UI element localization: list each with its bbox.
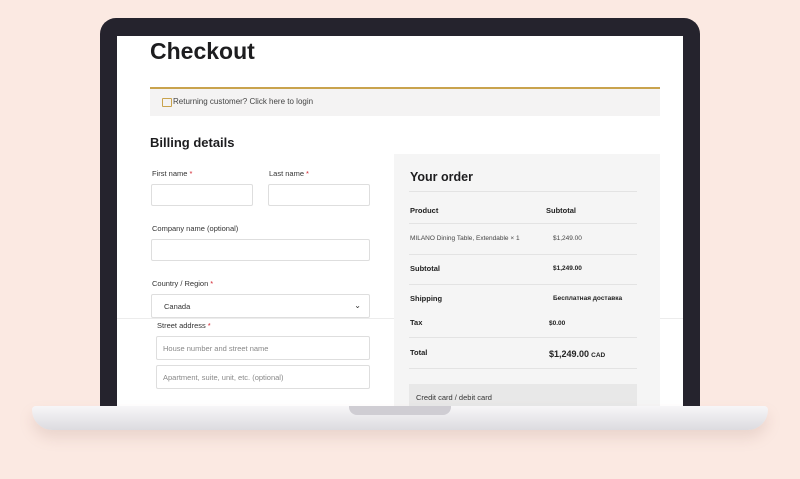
- divider: [409, 191, 637, 192]
- divider: [409, 368, 637, 369]
- apartment-field[interactable]: Apartment, suite, unit, etc. (optional): [156, 365, 370, 389]
- order-review-panel: Your order Product Subtotal MILANO Dinin…: [394, 154, 660, 410]
- tax-value: $0.00: [549, 320, 566, 327]
- divider: [409, 284, 637, 285]
- window-icon: [162, 98, 172, 107]
- login-link[interactable]: Returning customer? Click here to login: [173, 97, 313, 106]
- apartment-placeholder: Apartment, suite, unit, etc. (optional): [163, 373, 284, 382]
- your-order-heading: Your order: [410, 170, 473, 184]
- payment-method-label: Credit card / debit card: [416, 393, 492, 402]
- country-label: Country / Region *: [152, 279, 214, 288]
- order-item-name: MILANO Dining Table, Extendable × 1: [410, 235, 520, 242]
- required-asterisk: *: [207, 321, 211, 330]
- shipping-value: Бесплатная доставка: [553, 295, 623, 302]
- subtotal-column-header: Subtotal: [546, 206, 576, 215]
- chevron-down-icon: ⌄: [354, 301, 361, 310]
- divider: [409, 337, 637, 338]
- first-name-label: First name *: [152, 169, 193, 178]
- divider: [409, 223, 637, 224]
- country-value: Canada: [164, 302, 191, 311]
- subtotal-label: Subtotal: [410, 264, 440, 273]
- divider: [409, 254, 637, 255]
- product-column-header: Product: [410, 206, 439, 215]
- total-value: $1,249.00 CAD: [549, 349, 606, 359]
- returning-customer-notice[interactable]: Returning customer? Click here to login: [150, 89, 660, 116]
- first-name-field[interactable]: [151, 184, 253, 206]
- street-placeholder: House number and street name: [163, 344, 269, 353]
- last-name-label: Last name *: [269, 169, 309, 178]
- street-address-label: Street address *: [157, 321, 211, 330]
- page-title: Checkout: [150, 38, 255, 64]
- required-asterisk: *: [210, 279, 214, 288]
- last-name-field[interactable]: [268, 184, 370, 206]
- subtotal-value: $1,249.00: [553, 265, 582, 272]
- total-label: Total: [410, 348, 428, 357]
- country-select[interactable]: Canada ⌄: [151, 294, 370, 318]
- required-asterisk: *: [306, 169, 309, 178]
- required-asterisk: *: [189, 169, 193, 178]
- tax-label: Tax: [410, 318, 423, 327]
- billing-details-heading: Billing details: [150, 135, 235, 150]
- order-item-price: $1,249.00: [553, 235, 582, 242]
- laptop-screen: Checkout Returning customer? Click here …: [117, 36, 683, 410]
- company-name-label: Company name (optional): [152, 224, 239, 233]
- laptop-notch: [349, 406, 451, 415]
- street-address-field[interactable]: House number and street name: [156, 336, 370, 360]
- shipping-label: Shipping: [410, 294, 443, 303]
- company-name-field[interactable]: [151, 239, 370, 261]
